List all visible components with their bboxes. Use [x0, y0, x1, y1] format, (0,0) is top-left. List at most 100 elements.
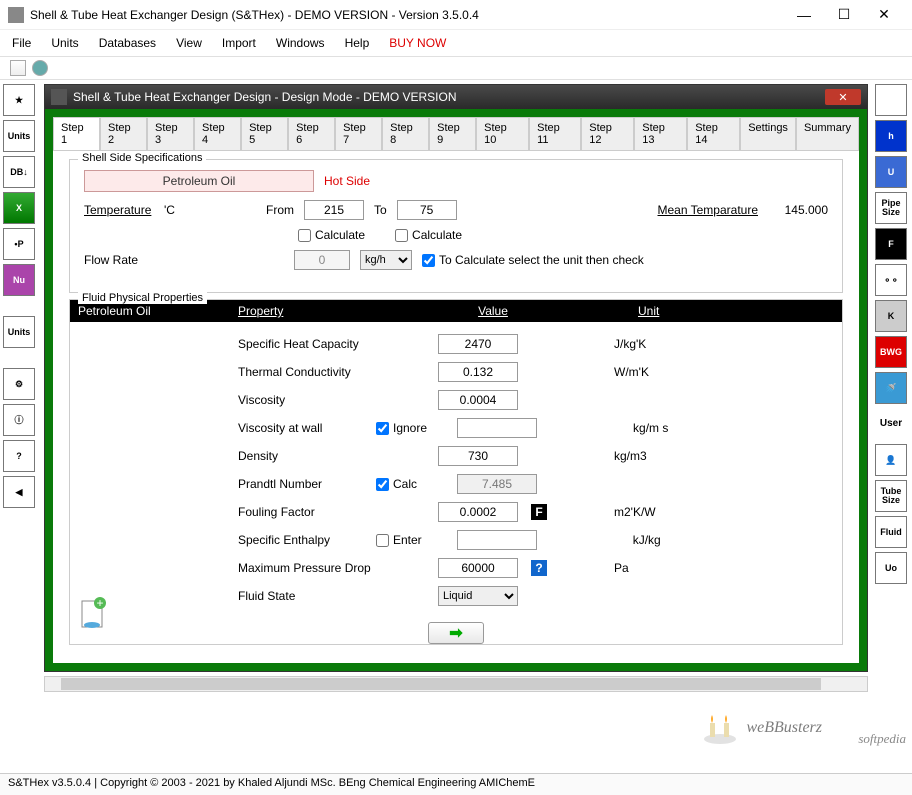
tab-step-14[interactable]: Step 14	[687, 117, 740, 150]
fluid-props-group: Fluid Physical Properties Petroleum Oil …	[69, 299, 843, 645]
menu-windows[interactable]: Windows	[276, 36, 325, 50]
right-rail-btn-3[interactable]: Pipe Size	[875, 192, 907, 224]
mdi-close-button[interactable]: ✕	[825, 89, 861, 105]
prop-row-8: Maximum Pressure Drop?Pa	[78, 554, 834, 582]
left-rail-btn-10[interactable]: ⓘ	[3, 404, 35, 436]
flow-rate-label: Flow Rate	[84, 253, 284, 267]
prop-value-input[interactable]	[438, 362, 518, 382]
svg-text:+: +	[96, 597, 103, 610]
temp-unit: 'C	[164, 203, 224, 217]
right-rail-btn-11[interactable]: Tube Size	[875, 480, 907, 512]
tab-settings[interactable]: Settings	[740, 117, 796, 150]
tab-step-4[interactable]: Step 4	[194, 117, 241, 150]
prop-value-input[interactable]	[438, 558, 518, 578]
prop-checkbox[interactable]: Calc	[376, 477, 417, 491]
tab-step-13[interactable]: Step 13	[634, 117, 687, 150]
right-rail-btn-5[interactable]: ⚬⚬	[875, 264, 907, 296]
right-rail-btn-10[interactable]: 👤	[875, 444, 907, 476]
prop-value-input[interactable]	[438, 334, 518, 354]
tab-step-5[interactable]: Step 5	[241, 117, 288, 150]
left-rail-btn-11[interactable]: ?	[3, 440, 35, 472]
tab-step-11[interactable]: Step 11	[529, 117, 581, 150]
prop-value-input[interactable]	[438, 390, 518, 410]
tab-step-1[interactable]: Step 1	[53, 117, 100, 150]
settings-icon[interactable]	[32, 60, 48, 76]
menu-databases[interactable]: Databases	[99, 36, 156, 50]
left-rail-btn-0[interactable]: ★	[3, 84, 35, 116]
prop-checkbox[interactable]: Enter	[376, 533, 422, 547]
tab-step-7[interactable]: Step 7	[335, 117, 382, 150]
menu-file[interactable]: File	[12, 36, 31, 50]
prop-value-input[interactable]	[457, 474, 537, 494]
fluid-name-display[interactable]: Petroleum Oil	[84, 170, 314, 192]
flow-rate-input[interactable]	[294, 250, 350, 270]
temp-from-input[interactable]	[304, 200, 364, 220]
new-doc-icon[interactable]	[10, 60, 26, 76]
right-rail-btn-7[interactable]: BWG	[875, 336, 907, 368]
next-step-button[interactable]: ➡	[428, 622, 484, 644]
left-rail-btn-5[interactable]: Nu	[3, 264, 35, 296]
calc-to-checkbox[interactable]: Calculate	[395, 228, 462, 242]
right-rail-btn-1[interactable]: h	[875, 120, 907, 152]
right-rail-btn-8[interactable]: 🚿	[875, 372, 907, 404]
right-toolbar: hU Pipe Size F ⚬⚬ K BWG 🚿 User 👤 Tube Size Fluid Uo	[872, 80, 912, 740]
menu-buy-now[interactable]: BUY NOW	[389, 36, 446, 50]
add-fluid-icon[interactable]: +	[80, 597, 108, 632]
mdi-titlebar[interactable]: Shell & Tube Heat Exchanger Design - Des…	[45, 85, 867, 109]
fouling-help-icon[interactable]: F	[531, 504, 547, 520]
left-rail-btn-4[interactable]: •P	[3, 228, 35, 260]
prop-row-5: Prandtl NumberCalc	[78, 470, 834, 498]
prop-value-input[interactable]	[457, 530, 537, 550]
menu-help[interactable]: Help	[345, 36, 370, 50]
tab-step-3[interactable]: Step 3	[147, 117, 194, 150]
left-rail-btn-7[interactable]: Units	[3, 316, 35, 348]
left-rail-btn-1[interactable]: Units	[3, 120, 35, 152]
right-rail-btn-9[interactable]: User	[875, 408, 907, 440]
tab-step-6[interactable]: Step 6	[288, 117, 335, 150]
prop-row-0: Specific Heat CapacityJ/kg'K	[78, 330, 834, 358]
right-rail-btn-6[interactable]: K	[875, 300, 907, 332]
right-rail-btn-13[interactable]: Uo	[875, 552, 907, 584]
close-button[interactable]: ✕	[864, 1, 904, 29]
tab-step-2[interactable]: Step 2	[100, 117, 147, 150]
from-label: From	[234, 203, 294, 217]
prop-unit: Pa	[614, 561, 629, 575]
prop-checkbox[interactable]: Ignore	[376, 421, 427, 435]
prop-unit: kJ/kg	[633, 533, 661, 547]
mdi-icon	[51, 89, 67, 105]
menu-import[interactable]: Import	[222, 36, 256, 50]
flow-calc-checkbox[interactable]: To Calculate select the unit then check	[422, 253, 644, 267]
calc-from-checkbox[interactable]: Calculate	[298, 228, 365, 242]
tab-step-8[interactable]: Step 8	[382, 117, 429, 150]
left-rail-btn-2[interactable]: DB↓	[3, 156, 35, 188]
prop-name: Fouling Factor	[238, 505, 438, 519]
horizontal-scrollbar[interactable]	[44, 676, 868, 692]
prop-value-input[interactable]	[438, 502, 518, 522]
title-text: Shell & Tube Heat Exchanger Design (S&TH…	[30, 8, 784, 22]
tab-step-12[interactable]: Step 12	[581, 117, 634, 150]
left-rail-btn-12[interactable]: ◀	[3, 476, 35, 508]
prop-value-input[interactable]	[438, 446, 518, 466]
prop-select[interactable]: Liquid	[438, 586, 518, 606]
minimize-button[interactable]: —	[784, 1, 824, 29]
prop-unit: kg/m s	[633, 421, 668, 435]
maximize-button[interactable]: ☐	[824, 1, 864, 29]
tab-summary[interactable]: Summary	[796, 117, 859, 150]
prop-name: Density	[238, 449, 438, 463]
left-rail-btn-3[interactable]: X	[3, 192, 35, 224]
prop-unit: W/m'K	[614, 365, 649, 379]
menu-units[interactable]: Units	[51, 36, 78, 50]
tab-step-9[interactable]: Step 9	[429, 117, 476, 150]
right-rail-btn-12[interactable]: Fluid	[875, 516, 907, 548]
shell-side-group: Shell Side Specifications Petroleum Oil …	[69, 159, 843, 293]
flow-unit-select[interactable]: kg/h	[360, 250, 412, 270]
right-rail-btn-0[interactable]	[875, 84, 907, 116]
menu-view[interactable]: View	[176, 36, 202, 50]
tab-step-10[interactable]: Step 10	[476, 117, 529, 150]
right-rail-btn-2[interactable]: U	[875, 156, 907, 188]
help-icon[interactable]: ?	[531, 560, 547, 576]
temp-to-input[interactable]	[397, 200, 457, 220]
left-rail-btn-9[interactable]: ⚙	[3, 368, 35, 400]
prop-value-input[interactable]	[457, 418, 537, 438]
right-rail-btn-4[interactable]: F	[875, 228, 907, 260]
